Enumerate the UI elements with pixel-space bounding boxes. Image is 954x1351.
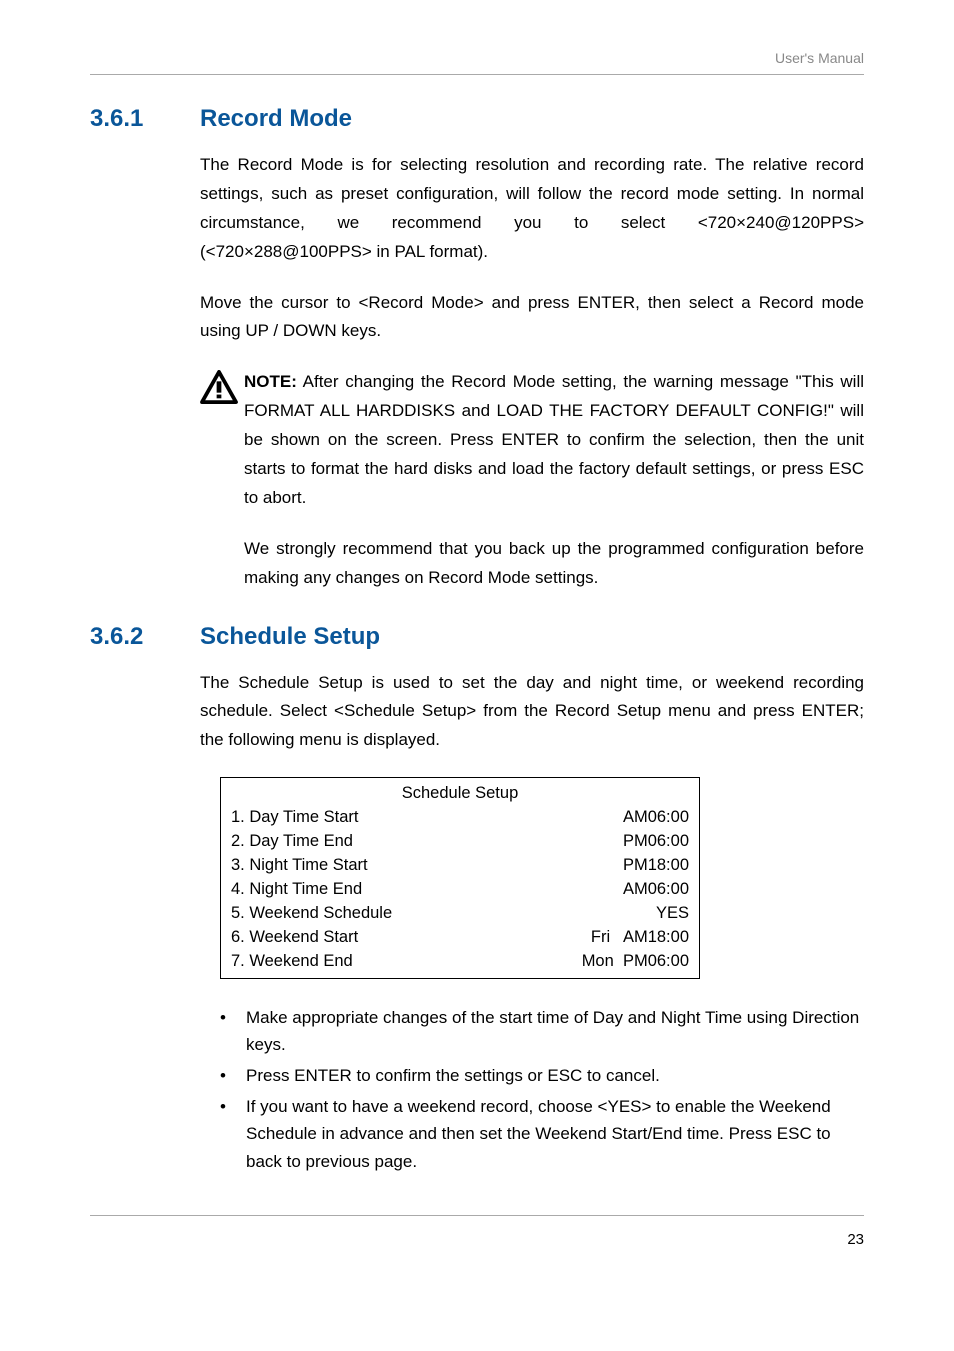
schedule-label: 1. Day Time Start — [231, 806, 358, 830]
paragraph: The Schedule Setup is used to set the da… — [200, 669, 864, 756]
bullet-text: Make appropriate changes of the start ti… — [246, 1004, 864, 1058]
heading-number: 3.6.1 — [90, 105, 200, 133]
note-followup: We strongly recommend that you back up t… — [244, 535, 864, 593]
schedule-label: 2. Day Time End — [231, 830, 353, 854]
bullet-dot-icon — [220, 1093, 246, 1175]
note-block: NOTE: After changing the Record Mode set… — [200, 368, 864, 512]
note-text: NOTE: After changing the Record Mode set… — [244, 368, 864, 512]
schedule-row: 7. Weekend End Mon PM06:00 — [231, 950, 689, 974]
schedule-value: AM06:00 — [623, 806, 689, 830]
note-label: NOTE: — [244, 372, 297, 391]
page-number: 23 — [90, 1231, 864, 1248]
schedule-row: 4. Night Time End AM06:00 — [231, 878, 689, 902]
bottom-rule — [90, 1215, 864, 1216]
heading-title: Record Mode — [200, 105, 352, 133]
top-rule — [90, 74, 864, 75]
list-item: Make appropriate changes of the start ti… — [220, 1004, 864, 1058]
heading-row: 3.6.2 Schedule Setup — [90, 623, 864, 651]
paragraph: Move the cursor to <Record Mode> and pre… — [200, 289, 864, 347]
bullet-text: Press ENTER to confirm the settings or E… — [246, 1062, 864, 1089]
section-record-mode: 3.6.1 Record Mode The Record Mode is for… — [90, 105, 864, 593]
schedule-label: 6. Weekend Start — [231, 926, 358, 950]
schedule-row: 6. Weekend Start Fri AM18:00 — [231, 926, 689, 950]
heading-title: Schedule Setup — [200, 623, 380, 651]
bullet-dot-icon — [220, 1004, 246, 1058]
schedule-value: Mon PM06:00 — [582, 950, 689, 974]
schedule-row: 3. Night Time Start PM18:00 — [231, 854, 689, 878]
schedule-value: PM06:00 — [623, 830, 689, 854]
schedule-box-title: Schedule Setup — [231, 782, 689, 806]
heading-row: 3.6.1 Record Mode — [90, 105, 864, 133]
schedule-value: YES — [656, 902, 689, 926]
note-body: After changing the Record Mode setting, … — [244, 372, 864, 507]
schedule-row: 2. Day Time End PM06:00 — [231, 830, 689, 854]
bullet-dot-icon — [220, 1062, 246, 1089]
list-item: If you want to have a weekend record, ch… — [220, 1093, 864, 1175]
schedule-label: 7. Weekend End — [231, 950, 353, 974]
schedule-label: 3. Night Time Start — [231, 854, 368, 878]
schedule-row: 1. Day Time Start AM06:00 — [231, 806, 689, 830]
bullet-text: If you want to have a weekend record, ch… — [246, 1093, 864, 1175]
list-item: Press ENTER to confirm the settings or E… — [220, 1062, 864, 1089]
section-schedule-setup: 3.6.2 Schedule Setup The Schedule Setup … — [90, 623, 864, 1175]
bullet-list: Make appropriate changes of the start ti… — [220, 1004, 864, 1175]
schedule-label: 4. Night Time End — [231, 878, 362, 902]
header-label: User's Manual — [90, 50, 864, 66]
heading-number: 3.6.2 — [90, 623, 200, 651]
schedule-value: Fri AM18:00 — [591, 926, 689, 950]
schedule-value: PM18:00 — [623, 854, 689, 878]
warning-icon — [200, 370, 238, 404]
schedule-value: AM06:00 — [623, 878, 689, 902]
schedule-setup-box: Schedule Setup 1. Day Time Start AM06:00… — [220, 777, 700, 978]
paragraph: The Record Mode is for selecting resolut… — [200, 151, 864, 267]
schedule-row: 5. Weekend Schedule YES — [231, 902, 689, 926]
schedule-label: 5. Weekend Schedule — [231, 902, 392, 926]
